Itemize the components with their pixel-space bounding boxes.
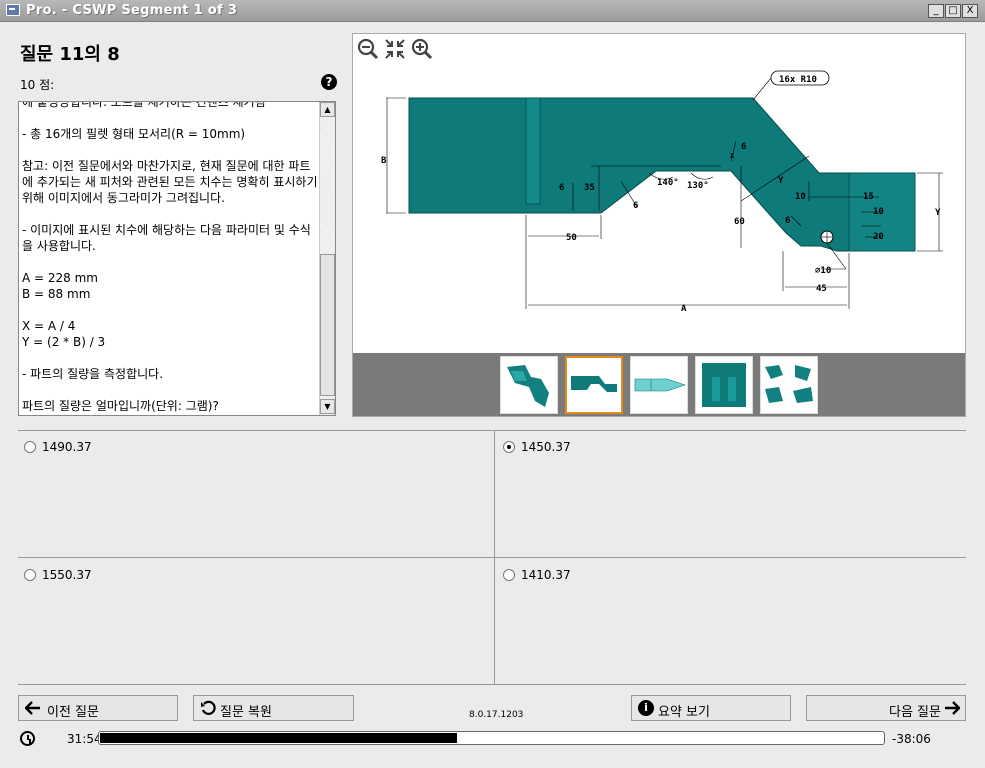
dim-20: 20 (873, 232, 884, 242)
thumb-top-view[interactable] (630, 356, 688, 414)
dim-dia10: ∅10 (815, 266, 831, 276)
question-points: 10 점: (20, 78, 55, 92)
dim-140: 140° (657, 178, 679, 188)
app-icon (6, 4, 20, 16)
dim-50: 50 (566, 233, 577, 243)
radio-button[interactable] (24, 569, 36, 581)
fillet-note: 16x R10 (779, 75, 817, 85)
close-button[interactable]: X (962, 4, 978, 18)
scroll-down-icon[interactable]: ▼ (320, 399, 335, 414)
answers-top-divider (18, 430, 966, 431)
dim-60: 60 (734, 217, 745, 227)
dim-6c: 6 (741, 142, 746, 152)
answers-mid-divider (18, 557, 966, 558)
dim-130: 130° (687, 181, 709, 191)
radio-button[interactable] (503, 569, 515, 581)
dim-10b: 10 (873, 207, 884, 217)
dim-6a: 6 (559, 183, 564, 193)
reset-question-button[interactable]: 질문 복원 (193, 695, 354, 721)
answer-label: 1550.37 (42, 568, 92, 582)
remaining-time: -38:06 (892, 732, 931, 746)
part-body (408, 97, 916, 252)
dim-a: A (681, 304, 687, 314)
answers-bottom-divider (18, 684, 966, 685)
next-question-button[interactable]: 다음 질문 (806, 695, 966, 721)
previous-question-label: 이전 질문 (47, 705, 99, 720)
elapsed-time: 31:54 (67, 732, 102, 746)
dim-45: 45 (816, 284, 827, 294)
thumb-front-view[interactable] (565, 356, 623, 414)
thumbnail-strip (353, 353, 965, 416)
reset-question-label: 질문 복원 (220, 705, 272, 720)
question-text: 에 붙정랑합니다. 노르를 제거하는 컨텐츠 제거됨 - 총 16개의 필렛 형… (22, 101, 318, 413)
time-progress-bar (98, 731, 885, 745)
vertical-scrollbar[interactable]: ▲ ▼ (319, 102, 335, 415)
arrow-right-icon (945, 701, 960, 715)
dim-6e: 6 (785, 216, 790, 226)
answer-label: 1410.37 (521, 568, 571, 582)
window-title: Pro. - CSWP Segment 1 of 3 (26, 3, 238, 18)
window-titlebar: Pro. - CSWP Segment 1 of 3 _ □ X (0, 0, 985, 22)
previous-question-button[interactable]: 이전 질문 (18, 695, 178, 721)
summary-button[interactable]: i 요약 보기 (631, 695, 791, 721)
question-title: 질문 11의 8 (20, 44, 120, 65)
summary-label: 요약 보기 (658, 705, 710, 720)
scroll-up-icon[interactable]: ▲ (320, 102, 335, 117)
question-circle-icon[interactable]: ? (321, 74, 337, 90)
dim-35: 35 (584, 183, 595, 193)
question-text-pane[interactable]: 에 붙정랑합니다. 노르를 제거하는 컨텐츠 제거됨 - 총 16개의 필렛 형… (18, 101, 336, 416)
image-viewer: 16x R10 B Y Y A 6 35 6 140° 130° 6 X 60 … (352, 33, 966, 417)
minimize-button[interactable]: _ (928, 4, 944, 18)
answer-label: 1490.37 (42, 440, 92, 454)
dim-y-right: Y (935, 208, 941, 218)
info-icon: i (638, 700, 654, 716)
thumb-parts-view[interactable] (760, 356, 818, 414)
dim-b: B (381, 156, 387, 166)
dim-10a: 10 (795, 192, 806, 202)
radio-button-selected[interactable] (503, 441, 515, 453)
time-progress-fill (100, 733, 457, 743)
clock-icon (20, 731, 35, 746)
radio-button[interactable] (24, 441, 36, 453)
next-question-label: 다음 질문 (889, 705, 941, 720)
thumb-3d-view[interactable] (500, 356, 558, 414)
maximize-button[interactable]: □ (945, 4, 961, 18)
answer-label: 1450.37 (521, 440, 571, 454)
dim-15: 15 (863, 192, 874, 202)
arrow-left-icon (25, 701, 40, 715)
part-drawing: 16x R10 B Y Y A 6 35 6 140° 130° 6 X 60 … (381, 70, 943, 314)
thumb-iso-view[interactable] (695, 356, 753, 414)
undo-icon (201, 700, 216, 715)
dim-y-left: Y (778, 176, 784, 186)
answers-column-divider (494, 431, 495, 684)
dim-6b: 6 (633, 201, 638, 211)
scroll-thumb[interactable] (320, 254, 335, 396)
app-version: 8.0.17.1203 (469, 710, 524, 720)
